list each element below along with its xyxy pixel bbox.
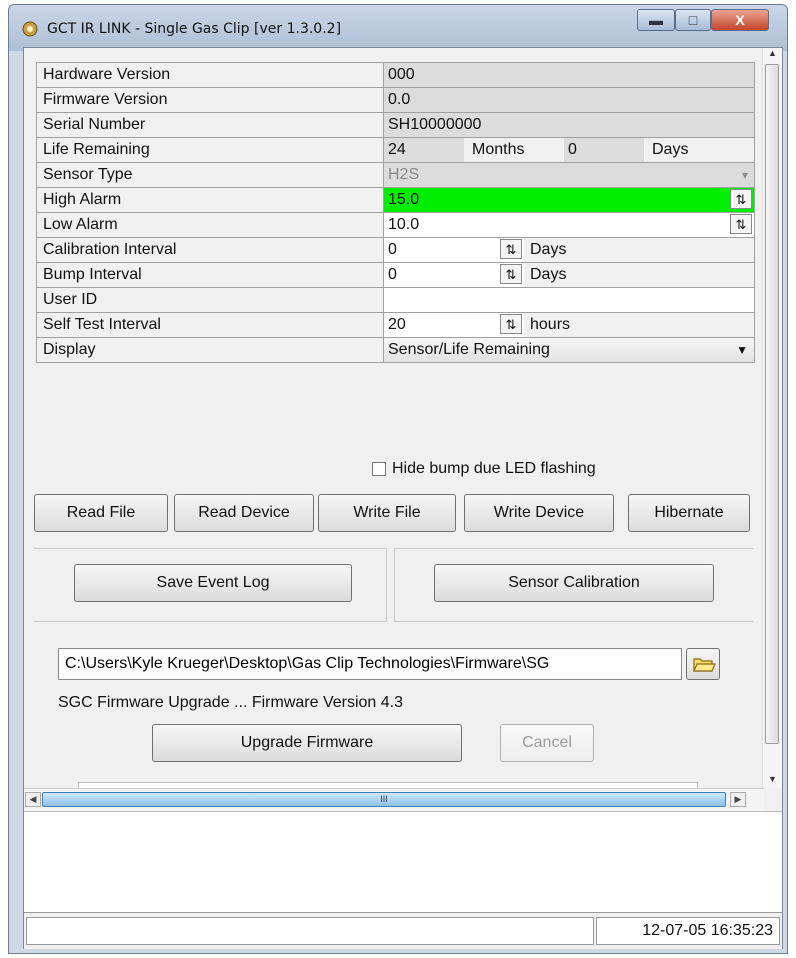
folder-icon [693, 658, 716, 672]
read-file-button[interactable]: Read File [34, 494, 168, 532]
label-high-alarm: High Alarm [36, 187, 384, 213]
save-event-log-button[interactable]: Save Event Log [74, 564, 352, 602]
write-device-button[interactable]: Write Device [464, 494, 614, 532]
label-serial-number: Serial Number [36, 112, 384, 138]
spinner-icon[interactable]: ⇅ [730, 214, 752, 234]
status-message [26, 917, 594, 945]
write-file-button[interactable]: Write File [318, 494, 456, 532]
user-id-input[interactable] [384, 288, 754, 312]
display-value: Sensor/Life Remaining [388, 341, 550, 358]
read-device-button[interactable]: Read Device [174, 494, 314, 532]
client-area: Hardware Version 000 Firmware Version 0.… [23, 47, 783, 949]
life-days-value: 0 [564, 138, 644, 162]
cancel-button: Cancel [500, 724, 594, 762]
label-low-alarm: Low Alarm [36, 212, 384, 238]
low-alarm-field[interactable]: 10.0 ⇅ [384, 213, 754, 237]
firmware-path-input[interactable]: C:\Users\Kyle Krueger\Desktop\Gas Clip T… [58, 648, 682, 680]
spinner-icon[interactable]: ⇅ [500, 239, 522, 259]
bump-interval-value: 0 [388, 266, 397, 283]
serial-number-value: SH10000000 [384, 113, 754, 137]
sensor-type-select: H2S ▾ [384, 163, 754, 187]
log-area [24, 811, 782, 912]
row-high-alarm: High Alarm 15.0 ⇅ [36, 187, 755, 213]
self-test-interval-value: 20 [388, 316, 406, 333]
label-life-remaining: Life Remaining [36, 137, 384, 163]
scroll-down-icon[interactable]: ▼ [763, 774, 782, 788]
row-calibration-interval: Calibration Interval 0 ⇅ Days [36, 237, 755, 263]
horizontal-scroll-thumb[interactable]: III [42, 792, 726, 807]
high-alarm-field[interactable]: 15.0 ⇅ [384, 188, 754, 212]
browse-folder-button[interactable] [686, 648, 720, 680]
spinner-icon[interactable]: ⇅ [500, 314, 522, 334]
firmware-version-value: 0.0 [384, 88, 754, 112]
row-firmware-version: Firmware Version 0.0 [36, 87, 755, 113]
label-self-test-interval: Self Test Interval [36, 312, 384, 338]
label-hardware-version: Hardware Version [36, 62, 384, 88]
status-bar: 12-07-05 16:35:23 [24, 912, 782, 949]
label-display: Display [36, 337, 384, 363]
firmware-status-text: SGC Firmware Upgrade ... Firmware Versio… [58, 694, 403, 711]
settings-grid: Hardware Version 000 Firmware Version 0.… [36, 62, 755, 363]
row-low-alarm: Low Alarm 10.0 ⇅ [36, 212, 755, 238]
scroll-up-icon[interactable]: ▲ [763, 48, 782, 62]
app-icon [22, 21, 38, 37]
life-months-value: 24 [384, 138, 464, 162]
high-alarm-value: 15.0 [388, 191, 420, 208]
vertical-scroll-thumb[interactable] [765, 64, 779, 744]
display-select[interactable]: Sensor/Life Remaining ▼ [384, 338, 754, 362]
spinner-icon[interactable]: ⇅ [730, 189, 752, 209]
hardware-version-value: 000 [384, 63, 754, 87]
low-alarm-value: 10.0 [388, 216, 420, 233]
row-sensor-type: Sensor Type H2S ▾ [36, 162, 755, 188]
title-bar: GCT IR LINK - Single Gas Clip [ver 1.3.0… [9, 5, 787, 51]
calibration-interval-value: 0 [388, 241, 397, 258]
hide-bump-led-checkbox[interactable]: Hide bump due LED flashing [372, 460, 596, 478]
sensor-type-value: H2S [388, 166, 420, 183]
close-button[interactable]: X [711, 9, 769, 31]
row-serial-number: Serial Number SH10000000 [36, 112, 755, 138]
bump-interval-unit: Days [530, 266, 567, 283]
window-title: GCT IR LINK - Single Gas Clip [ver 1.3.0… [47, 21, 342, 37]
row-hardware-version: Hardware Version 000 [36, 62, 755, 88]
maximize-button[interactable]: □ [675, 9, 711, 31]
label-bump-interval: Bump Interval [36, 262, 384, 288]
checkbox-box[interactable] [372, 462, 386, 476]
upgrade-firmware-button[interactable]: Upgrade Firmware [152, 724, 462, 762]
vertical-scrollbar[interactable]: ▲ ▼ [762, 48, 782, 788]
scroll-right-icon[interactable]: ▶ [730, 792, 746, 807]
spinner-icon[interactable]: ⇅ [500, 264, 522, 284]
label-calibration-interval: Calibration Interval [36, 237, 384, 263]
chevron-down-icon: ▼ [736, 343, 748, 357]
calibration-interval-unit: Days [530, 241, 567, 258]
self-test-interval-field[interactable]: 20 ⇅ [384, 313, 524, 337]
label-firmware-version: Firmware Version [36, 87, 384, 113]
row-bump-interval: Bump Interval 0 ⇅ Days [36, 262, 755, 288]
label-sensor-type: Sensor Type [36, 162, 384, 188]
self-test-interval-unit: hours [530, 316, 571, 333]
calibration-interval-field[interactable]: 0 ⇅ [384, 238, 524, 262]
chevron-down-icon: ▾ [741, 168, 748, 182]
label-user-id: User ID [36, 287, 384, 313]
sensor-calibration-button[interactable]: Sensor Calibration [434, 564, 714, 602]
row-life-remaining: Life Remaining 24 Months 0 Days [36, 137, 755, 163]
row-user-id: User ID [36, 287, 755, 313]
horizontal-scrollbar[interactable]: ◀ III ▶ [24, 788, 764, 811]
months-label: Months [472, 141, 525, 158]
row-self-test-interval: Self Test Interval 20 ⇅ hours [36, 312, 755, 338]
days-label: Days [652, 141, 689, 158]
hibernate-button[interactable]: Hibernate [628, 494, 750, 532]
minimize-button[interactable]: ▬ [637, 9, 675, 31]
row-display: Display Sensor/Life Remaining ▼ [36, 337, 755, 363]
bump-interval-field[interactable]: 0 ⇅ [384, 263, 524, 287]
status-datetime: 12-07-05 16:35:23 [596, 917, 780, 945]
settings-panel: Hardware Version 000 Firmware Version 0.… [24, 48, 764, 788]
hide-bump-led-label: Hide bump due LED flashing [392, 460, 596, 477]
app-window: GCT IR LINK - Single Gas Clip [ver 1.3.0… [8, 4, 788, 954]
scroll-left-icon[interactable]: ◀ [25, 792, 41, 807]
